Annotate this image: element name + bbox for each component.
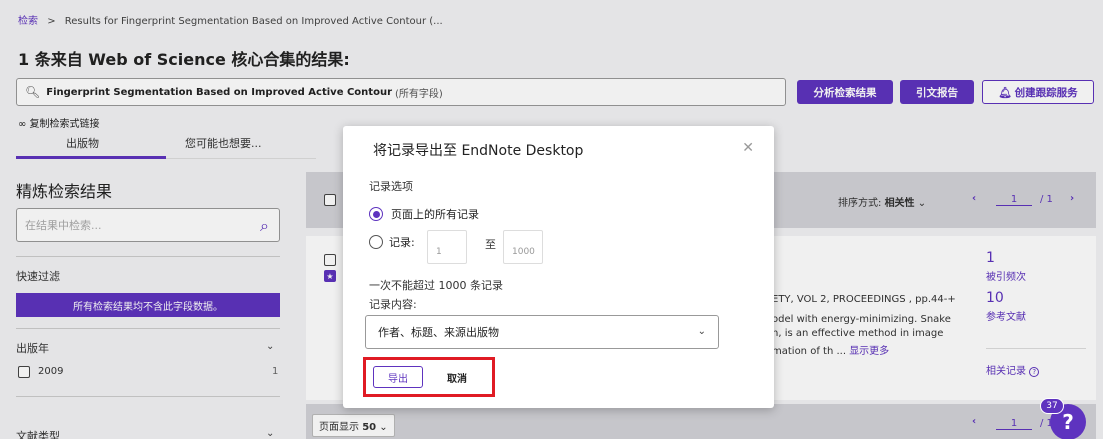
help-notification-badge: 37 [1040,398,1064,414]
record-options-label: 记录选项 [369,180,413,193]
limit-note: 一次不能超过 1000 条记录 [369,279,503,292]
close-icon[interactable]: ✕ [742,140,754,156]
dialog-title: 将记录导出至 EndNote Desktop [373,143,584,159]
record-content-label: 记录内容: [369,298,417,311]
range-to-label: 至 [485,238,496,251]
question-mark-icon: ? [1062,410,1074,434]
radio-record-range[interactable] [369,235,383,249]
option-record-range-label: 记录: [389,236,415,249]
export-dialog: 将记录导出至 EndNote Desktop ✕ 记录选项 页面上的所有记录 记… [343,126,774,408]
range-from-input[interactable]: 1 [427,230,467,264]
chevron-down-icon: ⌄ [697,326,706,337]
export-button[interactable]: 导出 [373,366,423,388]
option-all-records[interactable]: 页面上的所有记录 [369,206,479,222]
option-all-records-label: 页面上的所有记录 [391,208,479,221]
record-content-value: 作者、标题、来源出版物 [378,326,499,339]
option-record-range[interactable]: 记录: [369,234,415,250]
range-to-input[interactable]: 1000 [503,230,543,264]
cancel-button[interactable]: 取消 [433,366,481,388]
record-content-select[interactable]: 作者、标题、来源出版物 ⌄ [365,315,719,349]
radio-all-records[interactable] [369,207,383,221]
